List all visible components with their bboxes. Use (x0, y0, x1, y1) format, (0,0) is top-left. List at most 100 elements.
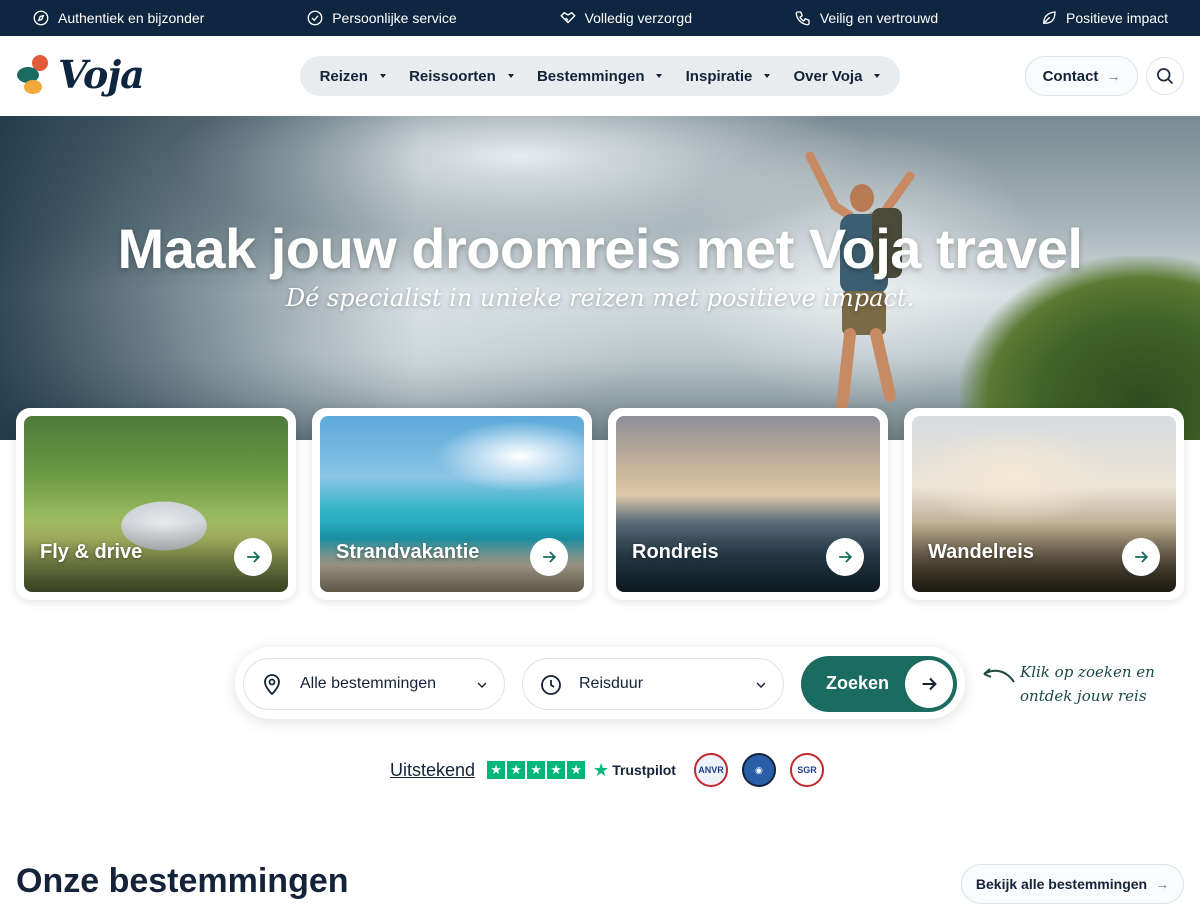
trip-search-bar: Alle bestemmingen Reisduur Zoeken (235, 647, 965, 719)
search-submit-button[interactable]: Zoeken (801, 656, 957, 712)
anvr-badge: ANVR (693, 753, 728, 787)
nav-item-reissoorten[interactable]: Reissoorten (409, 68, 514, 85)
nav-item-inspiratie[interactable]: Inspiratie (686, 68, 771, 85)
card-strandvakantie[interactable]: Strandvakantie (312, 408, 592, 600)
curved-arrow-icon (980, 666, 1016, 686)
arrow-right-icon (543, 551, 557, 563)
usp-item-verzorgd: Volledig verzorgd (559, 9, 692, 27)
nav-label: Inspiratie (685, 67, 753, 85)
nav-label: Over Voja (793, 67, 863, 85)
contact-button[interactable]: Contact → (1025, 56, 1138, 96)
caret-down-icon (764, 74, 771, 78)
nav-label: Bestemmingen (536, 67, 645, 85)
usp-item-veilig: Veilig en vertrouwd (794, 9, 938, 27)
hero-banner: Maak jouw droomreis met Voja travel Dé s… (0, 116, 1200, 440)
sgr-badge-label: SGR (797, 765, 817, 775)
check-circle-icon (307, 10, 323, 26)
usp-label: Persoonlijke service (332, 10, 457, 26)
trust-row: Uitstekend ★ ★ ★ ★ ★ ★ Trustpilot ANVR ◉… (390, 752, 838, 788)
card-arrow-button[interactable] (530, 538, 568, 576)
star-icon: ★ (527, 761, 546, 779)
arrow-right-icon: → (1155, 876, 1170, 892)
caret-down-icon (874, 74, 881, 78)
chevron-down-icon (474, 677, 490, 693)
location-pin-icon (260, 673, 284, 697)
caret-down-icon (379, 74, 386, 78)
card-label: Wandelreis (928, 541, 1034, 563)
phone-icon (795, 11, 810, 26)
caret-down-icon (507, 74, 514, 78)
arrow-right-icon (1135, 551, 1149, 563)
card-image: Fly & drive (24, 416, 288, 592)
card-rondreis[interactable]: Rondreis (608, 408, 888, 600)
all-destinations-label: Bekijk alle bestemmingen (975, 876, 1148, 892)
calamiteitenfonds-badge-icon: ◉ (741, 753, 776, 787)
star-icon: ★ (567, 761, 586, 779)
sgr-badge: SGR (789, 753, 824, 787)
usp-item-authentiek: Authentiek en bijzonder (32, 9, 204, 27)
usp-label: Volledig verzorgd (584, 10, 692, 26)
site-header: Voja Reizen Reissoorten Bestemmingen Ins… (0, 36, 1200, 116)
star-icon: ★ (487, 761, 506, 779)
card-wandelreis[interactable]: Wandelreis (904, 408, 1184, 600)
search-button[interactable] (1146, 57, 1184, 95)
usp-bar: Authentiek en bijzonder Persoonlijke ser… (0, 0, 1200, 36)
card-label: Rondreis (632, 541, 719, 563)
arrow-right-icon (247, 551, 261, 563)
card-fly-drive[interactable]: Fly & drive (16, 408, 296, 600)
contact-label: Contact (1042, 67, 1099, 85)
nav-item-over-voja[interactable]: Over Voja (793, 67, 881, 85)
card-label: Strandvakantie (336, 541, 480, 563)
card-image: Wandelreis (912, 416, 1176, 592)
duration-select[interactable]: Reisduur (522, 658, 784, 710)
card-image: Rondreis (616, 416, 880, 592)
star-icon: ★ (547, 761, 566, 779)
leaf-icon (1043, 11, 1056, 24)
hero-title: Maak jouw droomreis met Voja travel (117, 217, 1083, 280)
search-hint-line: Klik op zoeken en (1020, 663, 1155, 681)
card-image: Strandvakantie (320, 416, 584, 592)
caret-down-icon (656, 74, 663, 78)
nav-label: Reizen (319, 67, 368, 85)
arrow-right-icon (905, 660, 953, 708)
usp-item-service: Persoonlijke service (306, 9, 457, 27)
usp-label: Authentiek en bijzonder (58, 10, 205, 26)
logo[interactable]: Voja (16, 52, 145, 97)
usp-label: Positieve impact (1066, 10, 1168, 26)
clock-icon (539, 673, 563, 697)
nav-item-reizen[interactable]: Reizen (320, 68, 386, 85)
main-nav: Reizen Reissoorten Bestemmingen Inspirat… (300, 56, 900, 96)
destination-select[interactable]: Alle bestemmingen (243, 658, 505, 710)
logo-text: Voja (58, 52, 145, 97)
usp-label: Veilig en vertrouwd (819, 10, 939, 26)
destination-value: Alle bestemmingen (300, 675, 437, 692)
category-cards: Fly & drive Strandvakantie Rondreis Wand… (16, 408, 1184, 600)
logo-mark-icon (17, 54, 48, 94)
hero-subtitle: Dé specialist in unieke reizen met posit… (285, 284, 915, 312)
arrow-right-icon: → (1106, 68, 1121, 84)
star-icon: ★ (507, 761, 526, 779)
trustpilot-stars: ★ ★ ★ ★ ★ (487, 761, 586, 779)
handshake-icon (559, 11, 576, 24)
card-arrow-button[interactable] (826, 538, 864, 576)
anvr-badge-label: ANVR (698, 765, 724, 775)
nav-item-bestemmingen[interactable]: Bestemmingen (537, 68, 663, 85)
trustpilot-logo[interactable]: ★ Trustpilot (593, 760, 676, 781)
search-icon (1157, 68, 1174, 85)
card-arrow-button[interactable] (234, 538, 272, 576)
search-submit-label: Zoeken (826, 673, 890, 693)
trustpilot-name: Trustpilot (612, 762, 676, 778)
duration-value: Reisduur (579, 675, 644, 692)
chevron-down-icon (753, 677, 769, 693)
card-label: Fly & drive (40, 541, 143, 563)
card-arrow-button[interactable] (1122, 538, 1160, 576)
usp-item-impact: Positieve impact (1040, 9, 1168, 27)
trustpilot-rating-label[interactable]: Uitstekend (390, 760, 475, 781)
all-destinations-button[interactable]: Bekijk alle bestemmingen → (961, 864, 1184, 904)
arrow-right-icon (839, 551, 853, 563)
search-hint-line: ontdek jouw reis (1020, 687, 1147, 705)
trustpilot-star-icon: ★ (593, 759, 610, 780)
search-hint: Klik op zoeken en ontdek jouw reis (1020, 660, 1200, 708)
nav-label: Reissoorten (409, 67, 496, 85)
destinations-title: Onze bestemmingen (16, 862, 349, 900)
